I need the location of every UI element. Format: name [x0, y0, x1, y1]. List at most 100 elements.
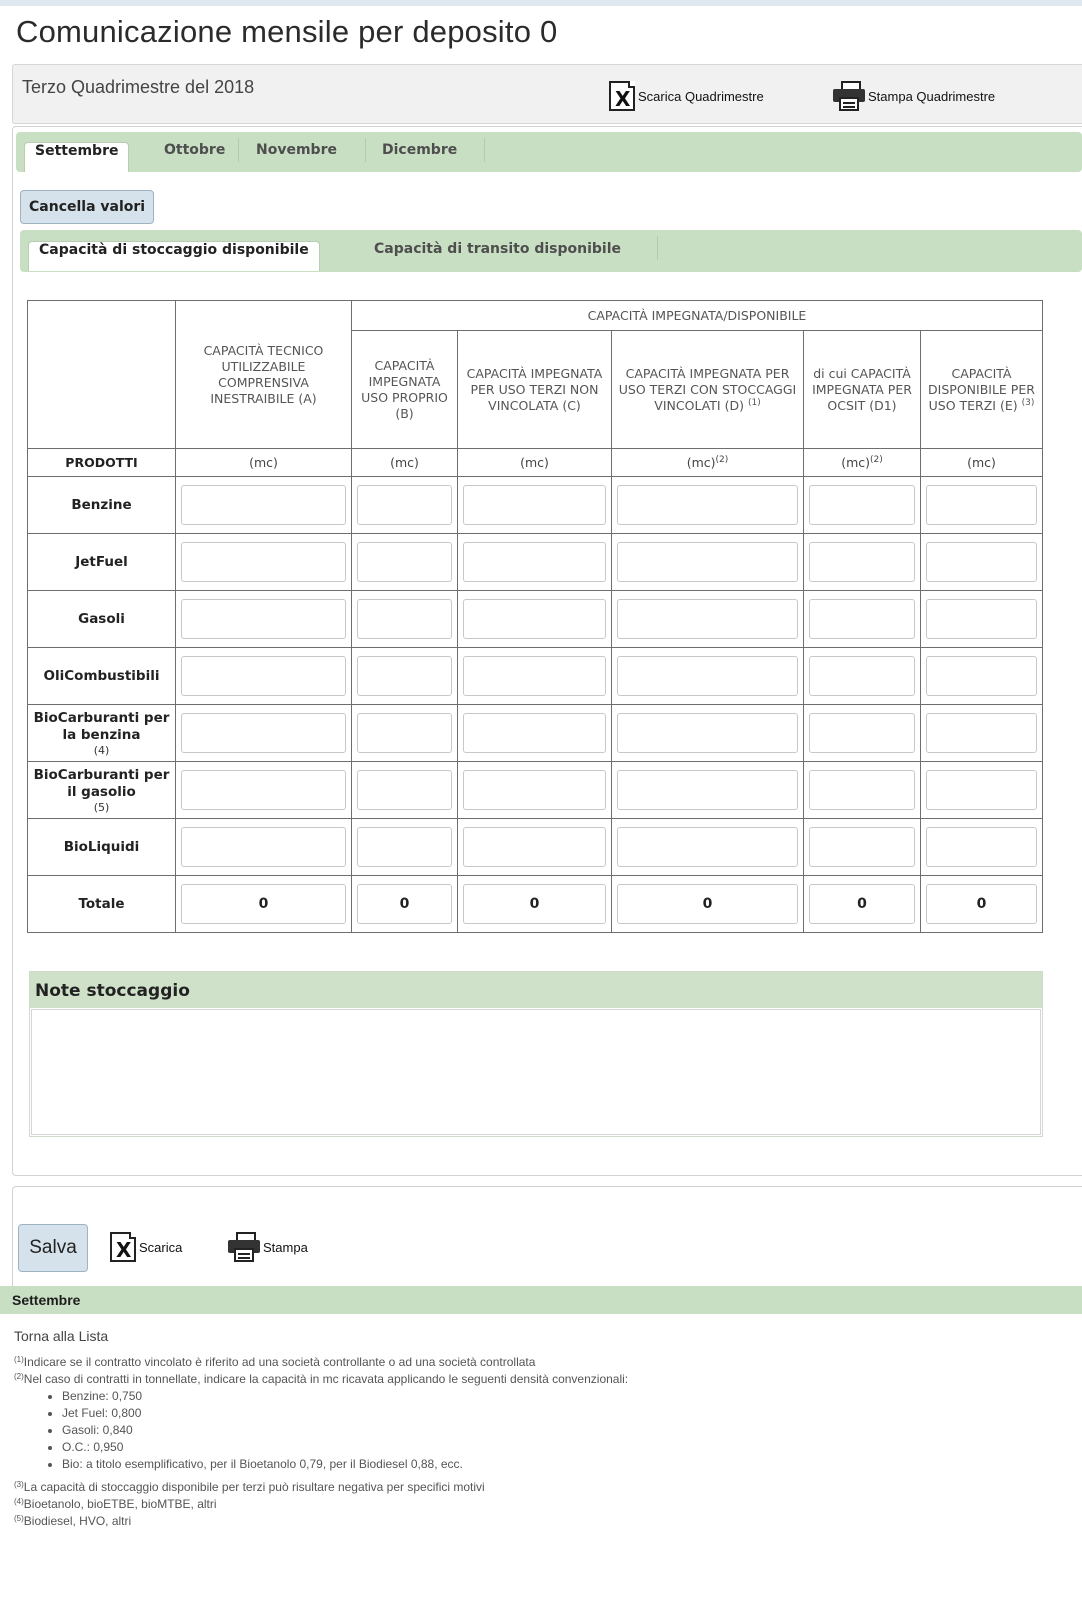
capacity-input-d1[interactable] — [809, 485, 915, 525]
capacity-input-d1[interactable] — [809, 827, 915, 867]
density-item: O.C.: 0,950 — [62, 1439, 1074, 1456]
capacity-input-e[interactable] — [926, 485, 1037, 525]
capacity-input-a[interactable] — [181, 713, 346, 753]
capacity-input-a[interactable] — [181, 542, 346, 582]
capacity-input-d1[interactable] — [809, 713, 915, 753]
col-header-d1: di cui CAPACITÀ IMPEGNATA PER OCSIT (D1) — [803, 330, 921, 449]
product-row: OliCombustibili — [27, 647, 1043, 705]
clear-values-button[interactable]: Cancella valori — [20, 190, 155, 224]
capacity-input-d[interactable] — [617, 542, 798, 582]
capacity-input-c[interactable] — [463, 713, 606, 753]
tab-settembre[interactable]: Settembre — [24, 142, 130, 172]
footnote-5: (5)Biodiesel, HVO, altri — [14, 1514, 132, 1528]
capacity-input-c[interactable] — [463, 656, 606, 696]
tab-ottobre[interactable]: Ottobre — [154, 142, 235, 172]
capacity-input-d[interactable] — [617, 656, 798, 696]
capacity-input-c[interactable] — [463, 599, 606, 639]
back-to-list-link[interactable]: Torna alla Lista — [14, 1328, 108, 1344]
density-item: Bio: a titolo esemplificativo, per il Bi… — [62, 1456, 1074, 1473]
capacity-input-d1[interactable] — [809, 770, 915, 810]
capacity-input-a[interactable] — [181, 827, 346, 867]
capacity-input-d[interactable] — [617, 827, 798, 867]
page-title: Comunicazione mensile per deposito 0 — [16, 14, 558, 49]
product-row: Benzine — [27, 476, 1043, 534]
unit-a: (mc) — [175, 448, 352, 477]
unit-d1: (mc)(2) — [803, 448, 921, 477]
period-bar: Terzo Quadrimestre del 2018 X Scarica Qu… — [12, 64, 1082, 124]
printer-icon — [833, 81, 865, 111]
total-c: 0 — [463, 884, 606, 924]
product-label: BioCarburanti per la benzina (4) — [27, 704, 176, 762]
print-quadrimestre-link[interactable]: Stampa Quadrimestre — [833, 79, 995, 113]
capacity-input-c[interactable] — [463, 485, 606, 525]
capacity-input-e[interactable] — [926, 599, 1037, 639]
period-title: Terzo Quadrimestre del 2018 — [22, 77, 255, 97]
print-quadrimestre-label: Stampa Quadrimestre — [868, 88, 996, 104]
tab-separator — [238, 138, 239, 162]
footnotes: (1)Indicare se il contratto vincolato è … — [14, 1354, 1074, 1530]
unit-d: (mc)(2) — [611, 448, 804, 477]
product-label: BioLiquidi — [27, 818, 176, 876]
capacity-input-c[interactable] — [463, 770, 606, 810]
capacity-tabbar: Capacità di stoccaggio disponibile Capac… — [20, 230, 1082, 272]
capacity-input-a[interactable] — [181, 656, 346, 696]
tab-capacita-stoccaggio[interactable]: Capacità di stoccaggio disponibile — [28, 241, 320, 271]
notes-textarea[interactable] — [31, 1009, 1041, 1135]
capacity-input-e[interactable] — [926, 770, 1037, 810]
unit-e: (mc) — [920, 448, 1043, 477]
month-bar: Settembre — [0, 1286, 1082, 1314]
tab-capacita-transito[interactable]: Capacità di transito disponibile — [364, 241, 631, 271]
capacity-input-c[interactable] — [463, 827, 606, 867]
capacity-input-d[interactable] — [617, 599, 798, 639]
capacity-input-a[interactable] — [181, 485, 346, 525]
download-quadrimestre-label: Scarica Quadrimestre — [638, 88, 764, 104]
notes-panel: Note stoccaggio — [29, 971, 1043, 1137]
tab-dicembre[interactable]: Dicembre — [372, 142, 467, 172]
capacity-input-e[interactable] — [926, 542, 1037, 582]
capacity-input-b[interactable] — [357, 770, 452, 810]
capacity-input-e[interactable] — [926, 713, 1037, 753]
save-button[interactable]: Salva — [18, 1224, 88, 1272]
capacity-input-d1[interactable] — [809, 599, 915, 639]
total-e: 0 — [926, 884, 1037, 924]
capacity-input-a[interactable] — [181, 599, 346, 639]
capacity-input-a[interactable] — [181, 770, 346, 810]
capacity-input-d1[interactable] — [809, 542, 915, 582]
tab-separator — [365, 138, 366, 162]
download-link[interactable]: X Scarica — [110, 1230, 182, 1264]
product-label: Gasoli — [27, 590, 176, 648]
capacity-input-b[interactable] — [357, 827, 452, 867]
capacity-input-d[interactable] — [617, 770, 798, 810]
excel-download-icon: X — [609, 81, 635, 111]
printer-icon — [228, 1232, 260, 1262]
capacity-input-b[interactable] — [357, 485, 452, 525]
notes-title: Note stoccaggio — [30, 972, 1042, 1008]
density-item: Gasoli: 0,840 — [62, 1422, 1074, 1439]
capacity-input-b[interactable] — [357, 656, 452, 696]
capacity-input-b[interactable] — [357, 542, 452, 582]
product-label: Benzine — [27, 476, 176, 534]
capacity-input-e[interactable] — [926, 827, 1037, 867]
capacity-input-d[interactable] — [617, 485, 798, 525]
tab-novembre[interactable]: Novembre — [246, 142, 347, 172]
total-b: 0 — [357, 884, 452, 924]
col-header-c: CAPACITÀ IMPEGNATA PER USO TERZI NON VIN… — [457, 330, 612, 449]
capacity-input-d1[interactable] — [809, 656, 915, 696]
unit-c: (mc) — [457, 448, 612, 477]
capacity-input-c[interactable] — [463, 542, 606, 582]
print-link[interactable]: Stampa — [228, 1230, 308, 1264]
capacity-input-e[interactable] — [926, 656, 1037, 696]
total-row: Totale 0 0 0 0 0 0 — [27, 875, 1043, 933]
capacity-input-d[interactable] — [617, 713, 798, 753]
tab-separator — [657, 236, 658, 260]
footnote-1: (1)Indicare se il contratto vincolato è … — [14, 1355, 536, 1369]
product-row: BioCarburanti per il gasolio (5) — [27, 761, 1043, 819]
capacity-input-b[interactable] — [357, 599, 452, 639]
product-row: BioLiquidi — [27, 818, 1043, 876]
product-row: BioCarburanti per la benzina (4) — [27, 704, 1043, 762]
density-item: Jet Fuel: 0,800 — [62, 1405, 1074, 1422]
download-quadrimestre-link[interactable]: X Scarica Quadrimestre — [609, 79, 764, 113]
empty-header — [27, 300, 176, 449]
capacity-input-b[interactable] — [357, 713, 452, 753]
product-label: OliCombustibili — [27, 647, 176, 705]
